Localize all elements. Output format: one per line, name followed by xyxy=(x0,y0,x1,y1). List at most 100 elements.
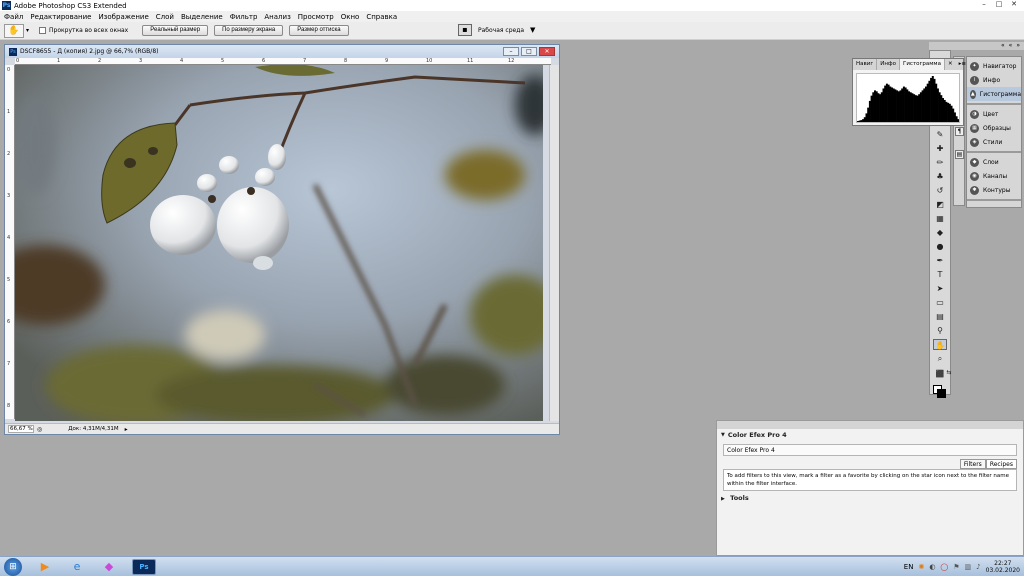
pencil-icon[interactable]: ✏ xyxy=(933,157,947,168)
doc-close-button[interactable]: ✕ xyxy=(539,47,555,56)
tab-filters[interactable]: Filters xyxy=(959,459,986,469)
collapse-arrows-icon[interactable]: « xyxy=(1009,42,1013,50)
ruler-tick-label: 12 xyxy=(508,58,515,64)
styles-icon: ◈ xyxy=(970,137,979,147)
status-options-icon[interactable]: ◎ xyxy=(37,426,42,433)
path-selection-icon[interactable]: ➤ xyxy=(933,283,947,294)
swap-colors-icon[interactable]: ⇆ xyxy=(942,367,956,378)
media-player-icon[interactable]: ▶ xyxy=(36,559,54,575)
tab-recipes[interactable]: Recipes xyxy=(985,459,1017,469)
app-icon[interactable]: ◆ xyxy=(100,559,118,575)
efex-section-header[interactable]: ▼ Color Efex Pro 4 xyxy=(717,429,1023,441)
checkbox-box[interactable] xyxy=(39,27,47,34)
menu-window[interactable]: Окно xyxy=(341,13,360,21)
tray-flag-icon[interactable]: ⚑ xyxy=(953,563,959,571)
dock-item-histogram[interactable]: ▲ Гистограмма xyxy=(967,87,1021,101)
efex-tools-section[interactable]: ▶ Tools xyxy=(721,494,749,502)
history-brush-icon[interactable]: ↺ xyxy=(933,185,947,196)
workspace-label[interactable]: Рабочая среда xyxy=(478,27,524,34)
dock-item-swatches[interactable]: ▦ Образцы xyxy=(967,121,1021,135)
print-size-button[interactable]: Размер оттиска xyxy=(289,25,349,36)
eraser-icon[interactable]: ◩ xyxy=(933,199,947,210)
hand-icon[interactable]: ✋ xyxy=(4,23,24,38)
ruler-horizontal[interactable]: 0 1 2 3 4 5 6 7 8 9 10 11 12 xyxy=(15,58,551,65)
fit-screen-button[interactable]: По размеру экрана xyxy=(214,25,284,36)
tray-icon-2[interactable]: ◐ xyxy=(929,563,935,571)
system-tray: EN ✺ ◐ ◯ ⚑ ▥ ♪ 22:27 03.02.2020 xyxy=(904,558,1020,576)
chevron-down-icon[interactable]: ▼ xyxy=(530,26,535,34)
vertical-scrollbar[interactable] xyxy=(549,65,559,421)
efex-panel-header[interactable] xyxy=(717,421,1023,429)
eyedropper-icon[interactable]: ⚲ xyxy=(933,325,947,336)
shape-icon[interactable]: ▭ xyxy=(933,297,947,308)
gradient-icon[interactable]: ▦ xyxy=(933,213,947,224)
clock[interactable]: 22:27 03.02.2020 xyxy=(986,560,1020,574)
tab-histogram[interactable]: Гистограмма xyxy=(900,59,945,70)
workspace-icon[interactable]: ▪ xyxy=(458,24,472,36)
minimize-button[interactable]: – xyxy=(978,1,990,9)
dock-item-paths[interactable]: ✱ Контуры xyxy=(967,183,1021,197)
ruler-vertical[interactable]: 0 1 2 3 4 5 6 7 8 xyxy=(5,65,15,419)
pen-icon[interactable]: ✒ xyxy=(933,255,947,266)
language-indicator[interactable]: EN xyxy=(904,563,914,571)
tray-app-icon[interactable]: ✺ xyxy=(918,563,924,571)
menu-edit[interactable]: Редактирование xyxy=(30,13,91,21)
tab-info[interactable]: Инфо xyxy=(877,59,900,70)
workspace-switcher[interactable]: ▪ Рабочая среда ▼ xyxy=(458,24,535,36)
zoom-icon[interactable]: ⌕ xyxy=(933,353,947,364)
menu-help[interactable]: Справка xyxy=(366,13,397,21)
tray-network-icon[interactable]: ▥ xyxy=(965,563,972,571)
dock-item-layers[interactable]: ◆ Слои xyxy=(967,155,1021,169)
menu-layer[interactable]: Слой xyxy=(156,13,174,21)
actual-pixels-button[interactable]: Реальный размер xyxy=(142,25,209,36)
tray-volume-icon[interactable]: ♪ xyxy=(976,563,980,571)
document-titlebar[interactable]: Ps DSCF8655 - Д (копия) 2.jpg @ 66,7% (R… xyxy=(5,45,559,58)
type-icon[interactable]: T xyxy=(933,269,947,280)
menu-image[interactable]: Изображение xyxy=(98,13,148,21)
clone-stamp-icon[interactable]: ♣ xyxy=(933,171,947,182)
collapse-arrow-icon[interactable]: ▶ xyxy=(721,496,725,502)
start-button[interactable]: ⊞ xyxy=(4,557,22,576)
expand-arrows-icon[interactable]: » xyxy=(1016,42,1020,50)
tray-opera-icon[interactable]: ◯ xyxy=(940,563,948,571)
doc-maximize-button[interactable]: □ xyxy=(521,47,537,56)
status-menu-arrow-icon[interactable]: ▸ xyxy=(125,426,128,433)
dock-item-color[interactable]: ◑ Цвет xyxy=(967,107,1021,121)
hand-tool-icon[interactable]: ✋ xyxy=(933,339,947,350)
dock-item-info[interactable]: i Инфо xyxy=(967,73,1021,87)
image-canvas[interactable] xyxy=(15,65,543,421)
close-panel-icon[interactable]: ✕ xyxy=(945,59,956,70)
menu-view[interactable]: Просмотр xyxy=(298,13,334,21)
menu-analysis[interactable]: Анализ xyxy=(264,13,290,21)
icon-strip-6-icon[interactable]: ▤ xyxy=(955,150,964,159)
dock-item-channels[interactable]: ◉ Каналы xyxy=(967,169,1021,183)
photoshop-taskbar-icon[interactable]: Ps xyxy=(132,558,156,575)
doc-minimize-button[interactable]: – xyxy=(503,47,519,56)
checkbox-label: Прокрутка во всех окнах xyxy=(49,27,129,34)
close-button[interactable]: ✕ xyxy=(1008,1,1020,9)
document-size: Док: 4,31M/4,31M xyxy=(68,426,119,432)
menu-select[interactable]: Выделение xyxy=(181,13,223,21)
color-swatches-icon[interactable] xyxy=(933,385,947,399)
efex-preset-field[interactable]: Color Efex Pro 4 xyxy=(723,444,1017,456)
scroll-all-windows-checkbox[interactable]: Прокрутка во всех окнах xyxy=(39,27,128,34)
menu-filter[interactable]: Фильтр xyxy=(230,13,258,21)
chevron-down-icon[interactable]: ▾ xyxy=(26,27,29,34)
dock-item-navigator[interactable]: ✦ Навигатор xyxy=(967,59,1021,73)
zoom-level-field[interactable]: 66,67 % xyxy=(8,425,34,433)
internet-explorer-icon[interactable]: e xyxy=(68,559,86,575)
tab-navigator[interactable]: Навиг xyxy=(853,59,878,70)
dock-item-styles[interactable]: ◈ Стили xyxy=(967,135,1021,149)
healing-brush-icon[interactable]: ✚ xyxy=(933,143,947,154)
menu-file[interactable]: Файл xyxy=(4,13,23,21)
collapse-arrows-icon[interactable]: « xyxy=(1001,42,1005,50)
dock-group: ✦ Навигатор i Инфо ▲ Гистограмма xyxy=(967,57,1021,105)
maximize-button[interactable]: □ xyxy=(993,1,1005,9)
dodge-icon[interactable]: ● xyxy=(933,241,947,252)
brush-icon[interactable]: ✎ xyxy=(933,129,947,140)
ruler-tick-label: 8 xyxy=(7,403,11,409)
expand-arrow-icon[interactable]: ▼ xyxy=(721,432,725,438)
blur-icon[interactable]: ◆ xyxy=(933,227,947,238)
paragraph-icon[interactable]: ¶ xyxy=(955,127,964,136)
notes-icon[interactable]: ▤ xyxy=(933,311,947,322)
